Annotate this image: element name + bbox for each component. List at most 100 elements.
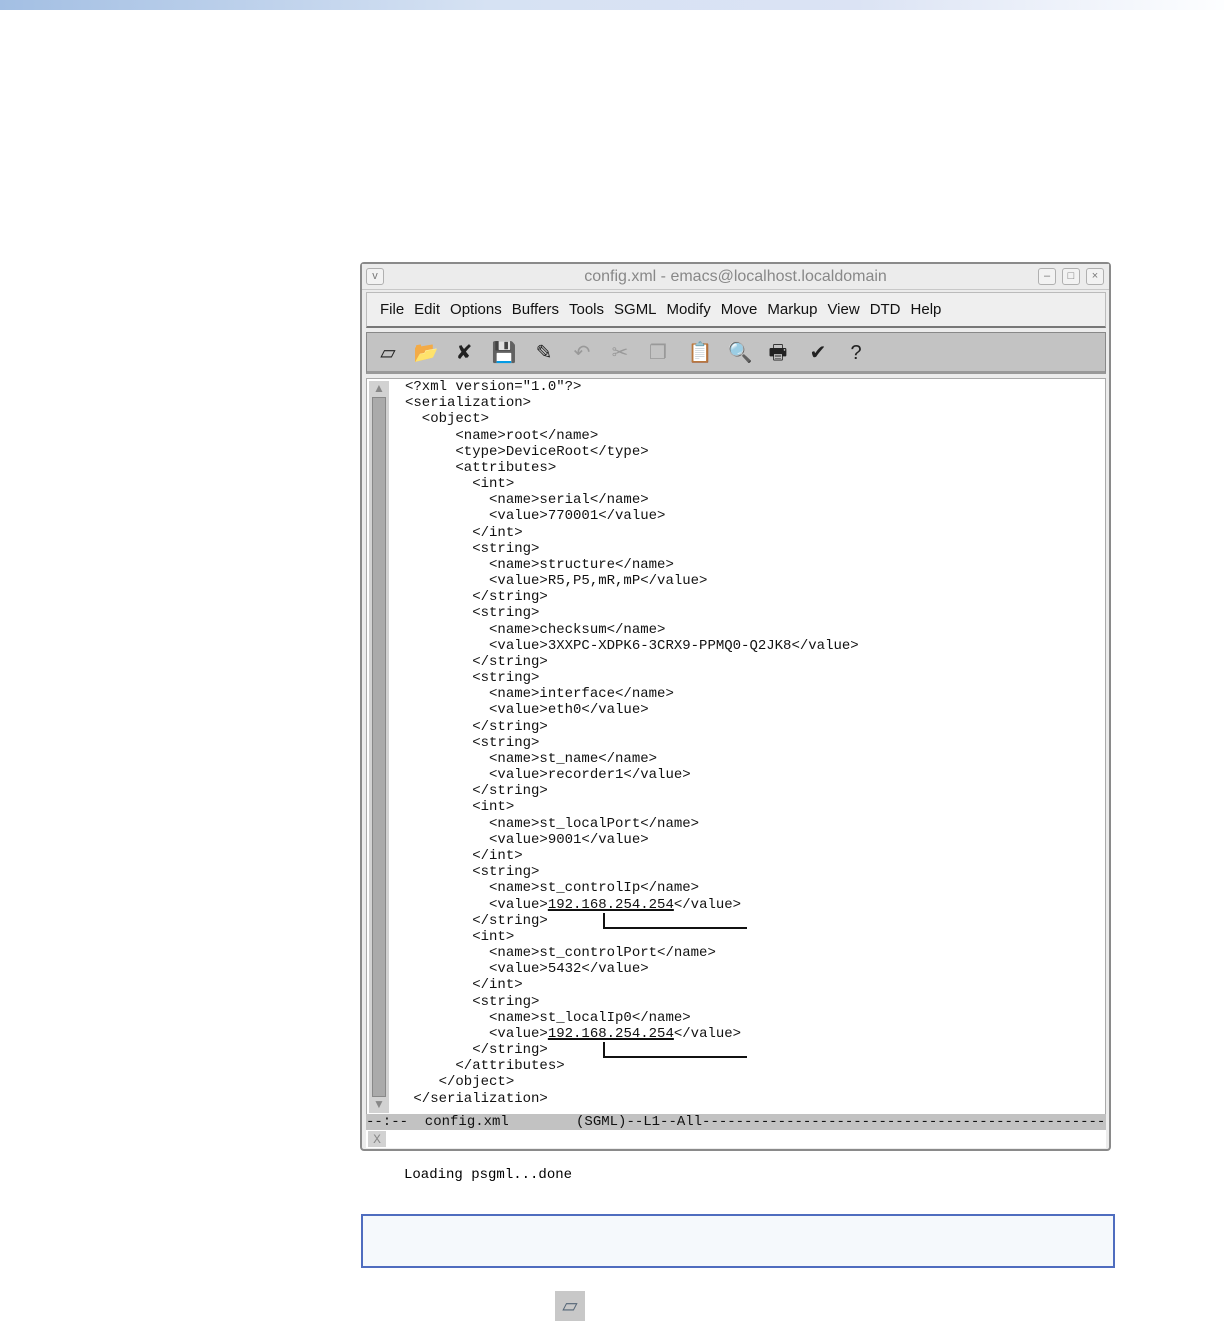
code-line: </attributes> (405, 1058, 859, 1074)
code-text-segment: <value> (405, 1025, 548, 1042)
scroll-up-icon[interactable]: ▲ (371, 381, 387, 397)
scrollbar-thumb[interactable] (372, 397, 386, 1097)
close-buffer-icon[interactable]: ✘ (451, 340, 477, 366)
code-text-segment: </value> (673, 1025, 742, 1042)
code-text-segment: <string> (405, 864, 540, 881)
menu-move[interactable]: Move (721, 293, 758, 327)
title-bar: v config.xml - emacs@localhost.localdoma… (362, 264, 1109, 290)
code-text-segment: <name>st_name</name> (405, 750, 658, 767)
help-icon[interactable]: ? (843, 340, 869, 366)
menu-dtd[interactable]: DTD (870, 293, 901, 327)
code-text-segment: <?xml version="1.0"?> (405, 379, 582, 395)
close-button[interactable]: × (1086, 268, 1104, 285)
code-text-segment: <string> (405, 734, 540, 751)
code-line: <name>serial</name> (405, 492, 859, 508)
code-line: <value>eth0</value> (405, 702, 859, 718)
code-line: <string> (405, 605, 859, 621)
code-line: <type>DeviceRoot</type> (405, 444, 859, 460)
emacs-window: v config.xml - emacs@localhost.localdoma… (360, 262, 1111, 1183)
code-text-segment: </object> (405, 1074, 515, 1091)
editor-buffer[interactable]: ▲ ▼ <?xml version="1.0"?> <serialization>… (366, 378, 1106, 1116)
code-line: <int> (405, 799, 859, 815)
code-text-segment: <int> (405, 928, 515, 945)
print-icon[interactable]: 🖶 (765, 340, 791, 366)
code-line: </string> (405, 719, 859, 735)
menu-edit[interactable]: Edit (414, 293, 440, 327)
scroll-down-icon[interactable]: ▼ (371, 1097, 387, 1113)
scrollbar[interactable]: ▲ ▼ (369, 381, 389, 1113)
copy-icon[interactable]: ❐ (645, 340, 671, 366)
menu-markup[interactable]: Markup (767, 293, 817, 327)
save-as-icon[interactable]: ✎ (531, 340, 557, 366)
code-line: </string> (405, 1042, 859, 1058)
paste-icon[interactable]: 📋 (687, 340, 713, 366)
code-line: <name>st_localIp0</name> (405, 1010, 859, 1026)
cut-icon[interactable]: ✂ (607, 340, 633, 366)
code-text-segment: </string> (405, 1042, 548, 1059)
code-text-segment: <value>9001</value> (405, 831, 649, 848)
code-text-segment: <value>3XXPC-XDPK6-3CRX9-PPMQ0-Q2JK8</va… (405, 637, 859, 654)
code-line: </serialization> (405, 1091, 859, 1107)
code-line: <name>st_localPort</name> (405, 816, 859, 832)
code-text-segment: <name>interface</name> (405, 686, 674, 703)
code-line: <value>3XXPC-XDPK6-3CRX9-PPMQ0-Q2JK8</va… (405, 638, 859, 654)
menu-options[interactable]: Options (450, 293, 502, 327)
code-line: <string> (405, 994, 859, 1010)
search-icon[interactable]: 🔍 (727, 340, 753, 366)
page-header-bar (0, 0, 1224, 10)
customize-icon[interactable]: ✔ (805, 340, 831, 366)
menu-tools[interactable]: Tools (569, 293, 604, 327)
code-line: <name>checksum</name> (405, 622, 859, 638)
code-line: <value>192.168.254.254</value> (405, 1025, 859, 1058)
code-line: <string> (405, 735, 859, 751)
save-icon[interactable]: 💾 (491, 340, 517, 366)
code-text-segment: </string> (405, 912, 548, 929)
code-line: <name>structure</name> (405, 557, 859, 573)
code-text-segment: <object> (405, 411, 490, 428)
code-line: <value>recorder1</value> (405, 767, 859, 783)
code-text-segment: </value> (673, 896, 742, 913)
code-line: <value>5432</value> (405, 961, 859, 977)
menu-buffers[interactable]: Buffers (512, 293, 559, 327)
code-text-segment: <name>checksum</name> (405, 621, 666, 638)
code-line: </int> (405, 525, 859, 541)
window-title: config.xml - emacs@localhost.localdomain (584, 268, 887, 285)
code-text-segment: <serialization> (405, 395, 532, 412)
code-line: <int> (405, 476, 859, 492)
code-line: <object> (405, 411, 859, 427)
code-text-segment: </string> (405, 653, 548, 670)
code-line: <int> (405, 929, 859, 945)
code-line: </int> (405, 848, 859, 864)
maximize-button[interactable]: □ (1062, 268, 1080, 285)
code-line: </string> (405, 589, 859, 605)
undo-icon[interactable]: ↶ (569, 340, 595, 366)
code-line: <value>9001</value> (405, 832, 859, 848)
mode-line: --:-- config.xml (SGML)--L1--All--------… (366, 1114, 1106, 1130)
menu-file[interactable]: File (380, 293, 404, 327)
minimize-button[interactable]: – (1038, 268, 1056, 285)
code-line: <?xml version="1.0"?> (405, 379, 859, 395)
code-line: </string> (405, 913, 859, 929)
menu-sgml[interactable]: SGML (614, 293, 657, 327)
code-text-segment: <type>DeviceRoot</type> (405, 443, 649, 460)
code-text-segment: <string> (405, 540, 540, 557)
new-file-icon[interactable]: ▱ (375, 340, 401, 366)
minibuffer[interactable]: X Loading psgml...done (366, 1130, 1106, 1183)
open-folder-icon[interactable]: 📂 (413, 340, 439, 366)
code-text-segment: <value>5432</value> (405, 961, 649, 978)
code-line: <name>interface</name> (405, 686, 859, 702)
menu-view[interactable]: View (827, 293, 859, 327)
code-line: </string> (405, 783, 859, 799)
code-line: <string> (405, 864, 859, 880)
code-text-segment: <value>recorder1</value> (405, 767, 691, 784)
code-text[interactable]: <?xml version="1.0"?> <serialization> <ob… (405, 379, 859, 1107)
ip-address-value: 192.168.254.254 (547, 896, 674, 913)
code-text-segment: <string> (405, 605, 540, 622)
menu-modify[interactable]: Modify (667, 293, 711, 327)
code-line: <string> (405, 541, 859, 557)
code-line: </string> (405, 654, 859, 670)
toolbar: ▱ 📂 ✘ 💾 ✎ ↶ ✂ ❐ 📋 🔍 🖶 ✔? (366, 332, 1106, 374)
menu-help[interactable]: Help (911, 293, 942, 327)
code-text-segment: <name>root</name> (405, 427, 599, 444)
code-line: <serialization> (405, 395, 859, 411)
